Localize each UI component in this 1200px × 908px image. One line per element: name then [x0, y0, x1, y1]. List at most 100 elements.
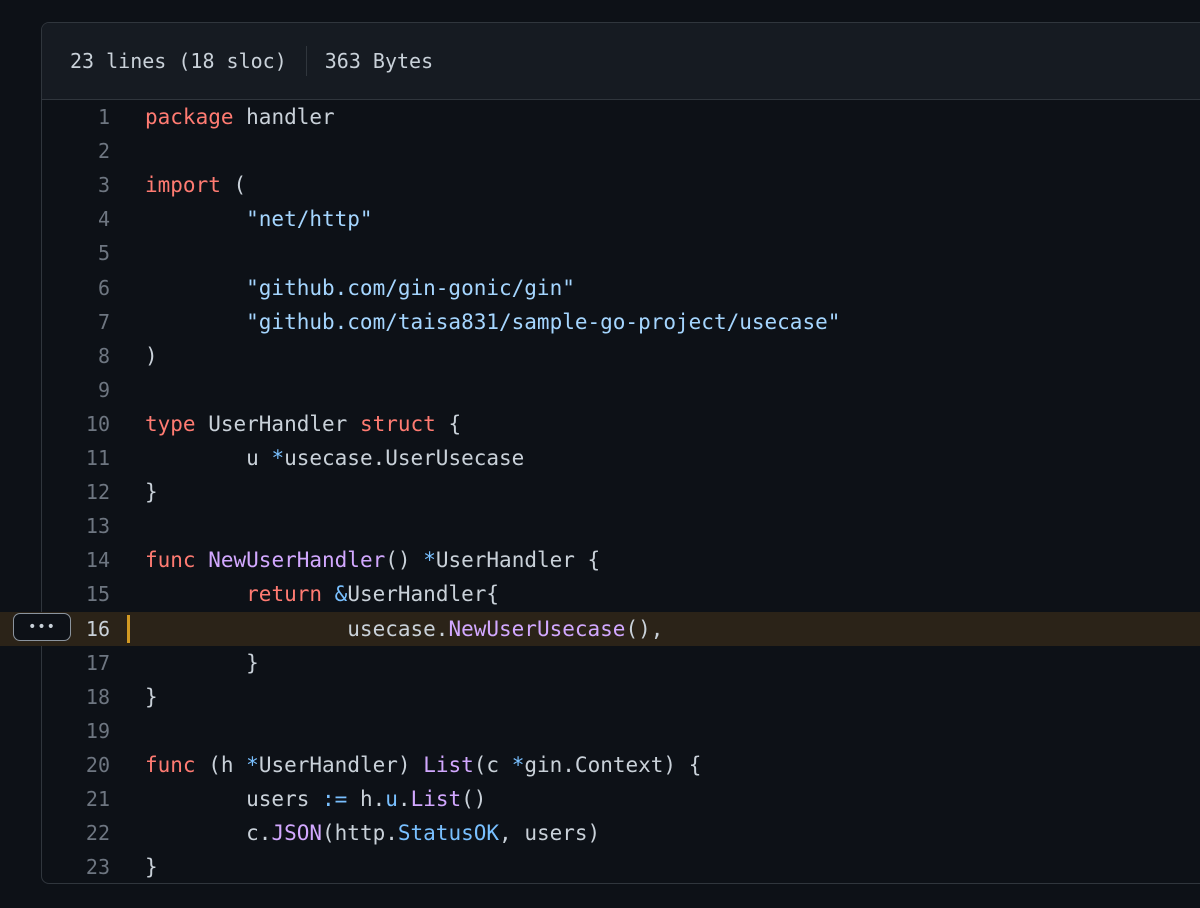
line-number[interactable]: 11 — [40, 441, 110, 475]
code-token: ) — [145, 343, 158, 368]
code-token: } — [145, 684, 158, 709]
code-line: 21 users := h.u.List() — [0, 782, 1200, 816]
line-number[interactable]: 5 — [40, 236, 110, 270]
line-content: type UserHandler struct { — [145, 407, 461, 441]
code-line: 9 — [0, 373, 1200, 407]
code-token: NewUserUsecase — [448, 616, 626, 641]
line-number[interactable]: 22 — [40, 816, 110, 850]
code-line: 23} — [0, 850, 1200, 884]
code-token: UserHandler — [195, 411, 360, 436]
line-number[interactable]: 12 — [40, 475, 110, 509]
code-line: 7 "github.com/taisa831/sample-go-project… — [0, 305, 1200, 339]
line-content: "net/http" — [145, 202, 373, 236]
line-number[interactable]: 6 — [40, 271, 110, 305]
line-content: func (h *UserHandler) List(c *gin.Contex… — [145, 748, 701, 782]
code-token: h. — [347, 787, 386, 811]
line-content: c.JSON(http.StatusOK, users) — [145, 816, 600, 850]
line-number[interactable]: 4 — [40, 202, 110, 236]
code-token: List — [410, 787, 462, 811]
code-line: 19 — [0, 714, 1200, 748]
line-number[interactable]: 7 — [40, 305, 110, 339]
file-header: 23 lines (18 sloc) 363 Bytes — [42, 23, 1200, 100]
code-token: UserHandler{ — [347, 582, 500, 607]
code-token: usecase.UserUsecase — [284, 446, 525, 470]
code-token: * — [246, 752, 259, 777]
code-line: 5 — [0, 236, 1200, 270]
line-content: } — [145, 680, 158, 714]
code-token: . — [397, 787, 411, 811]
line-content: u *usecase.UserUsecase — [145, 441, 524, 475]
line-actions-menu-button[interactable]: ••• — [13, 613, 71, 641]
line-number[interactable]: 8 — [40, 339, 110, 373]
code-token: struct — [359, 411, 436, 436]
line-content: "github.com/taisa831/sample-go-project/u… — [145, 305, 840, 339]
code-line: 15 return &UserHandler{ — [0, 577, 1200, 611]
line-number[interactable]: 17 — [40, 646, 110, 680]
line-number[interactable]: 18 — [40, 680, 110, 714]
header-divider — [305, 46, 307, 76]
line-number[interactable]: 15 — [40, 577, 110, 611]
line-content: func NewUserHandler() *UserHandler { — [145, 543, 600, 577]
code-token: (h — [195, 752, 247, 777]
line-content: } — [145, 646, 259, 680]
code-line: 17 } — [0, 646, 1200, 680]
code-token: package — [145, 105, 234, 129]
code-token: users — [145, 787, 323, 811]
line-number[interactable]: 14 — [40, 543, 110, 577]
code-line: 20 func (h *UserHandler) List(c *gin.Cont… — [0, 748, 1200, 782]
code-token: u — [145, 446, 272, 470]
line-number[interactable]: 13 — [40, 509, 110, 543]
code-token: c. — [145, 821, 272, 846]
line-number[interactable]: 21 — [40, 782, 110, 816]
line-number[interactable]: 10 — [40, 407, 110, 441]
file-lines-info: 23 lines (18 sloc) — [70, 49, 287, 73]
code-line: 4 "net/http" — [0, 202, 1200, 236]
code-token: (), — [625, 616, 664, 641]
code-line: 18} — [0, 680, 1200, 714]
code-token: func — [145, 548, 196, 573]
code-token: * — [511, 752, 525, 777]
code-line: 3 import ( — [0, 168, 1200, 202]
code-token: := — [322, 787, 348, 811]
code-token: handler — [233, 105, 335, 129]
line-number[interactable]: 2 — [40, 134, 110, 168]
code-token: & — [334, 582, 348, 607]
line-number[interactable]: 3 — [40, 168, 110, 202]
code-line: 10 type UserHandler struct { — [0, 407, 1200, 441]
code-line: 1 package handler — [0, 100, 1200, 134]
line-content: } — [145, 850, 158, 884]
code-token: * — [423, 548, 436, 573]
code-token: return — [246, 582, 323, 607]
line-number[interactable]: 23 — [40, 850, 110, 884]
code-token: List — [423, 752, 474, 777]
line-number[interactable]: 9 — [40, 373, 110, 407]
code-line: 6 "github.com/gin-gonic/gin" — [0, 271, 1200, 305]
line-content: } — [145, 475, 158, 509]
code-token: , users) — [499, 821, 601, 846]
code-token: (http. — [322, 821, 398, 846]
code-token: "net/http" — [145, 207, 373, 232]
line-number[interactable]: 1 — [40, 100, 110, 134]
code-token: JSON — [271, 821, 323, 846]
code-token: } — [145, 855, 158, 880]
line-content: ) — [145, 339, 158, 373]
line-content: import ( — [145, 168, 246, 202]
code-token: { — [435, 411, 462, 436]
code-line: 14 func NewUserHandler() *UserHandler { — [0, 543, 1200, 577]
code-token: * — [271, 446, 285, 470]
line-number[interactable]: 20 — [40, 748, 110, 782]
code-token: UserHandler) — [258, 752, 424, 777]
code-line: 12} — [0, 475, 1200, 509]
code-token: NewUserHandler — [208, 548, 386, 573]
line-content: usecase.NewUserUsecase(), — [145, 612, 663, 646]
code-token: type — [145, 411, 196, 436]
line-number[interactable]: 19 — [40, 714, 110, 748]
line-content: package handler — [145, 100, 335, 134]
code-token: ( — [220, 173, 247, 198]
code-line: 22 c.JSON(http.StatusOK, users) — [0, 816, 1200, 850]
code-token: import — [145, 173, 221, 198]
code-token: UserHandler { — [435, 548, 601, 573]
